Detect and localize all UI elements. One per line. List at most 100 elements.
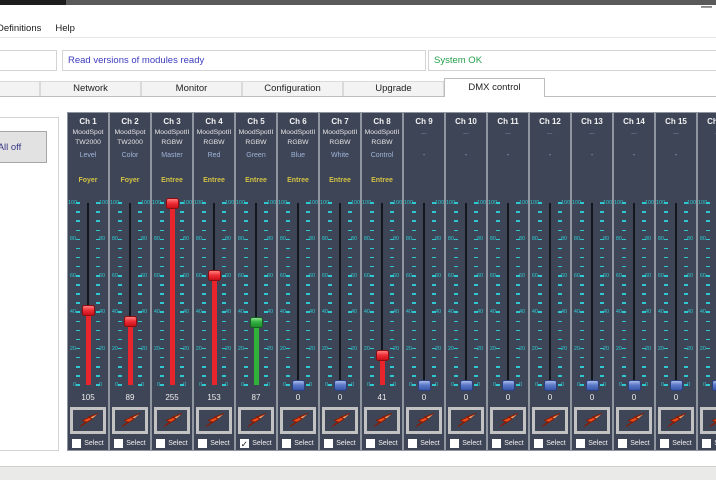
menu-item-help[interactable]: Help	[48, 21, 82, 37]
flash-button[interactable]	[532, 407, 568, 434]
select-checkbox[interactable]	[534, 439, 544, 448]
fader-thumb[interactable]	[711, 379, 716, 391]
minimize-button[interactable]: —	[701, 1, 712, 13]
flash-button[interactable]	[574, 407, 610, 434]
fader-thumb[interactable]	[165, 197, 179, 209]
channel-fader[interactable]: 002020404060608080100100	[656, 187, 696, 391]
tab-network[interactable]: Network	[40, 81, 141, 96]
fader-thumb[interactable]	[585, 379, 599, 391]
channel-fader[interactable]: 002020404060608080100100	[152, 187, 192, 388]
select-checkbox[interactable]	[492, 439, 502, 448]
select-checkbox[interactable]	[324, 439, 334, 448]
select-checkbox[interactable]	[72, 439, 82, 448]
scale-tick-label: 100	[603, 200, 613, 206]
tab-configuration[interactable]: Configuration	[242, 81, 343, 96]
scale-tick	[347, 256, 352, 259]
tab-dmx-control[interactable]: DMX control	[444, 78, 545, 97]
select-row: Select	[656, 439, 696, 448]
scale-tick	[263, 220, 268, 222]
channel-device-name: ...	[698, 128, 716, 148]
scale-tick	[580, 275, 584, 277]
scale-tick	[664, 211, 668, 213]
channel-fader[interactable]: 002020404060608080100100	[446, 187, 486, 391]
menu-item-definitions[interactable]: Definitions	[0, 21, 48, 37]
channel-strip: Ch 15 ... - 0 0 20 20 40 40 60 60 80 80 100 100 0 S…	[656, 113, 696, 450]
select-checkbox[interactable]	[282, 439, 292, 448]
fader-thumb[interactable]	[459, 379, 473, 391]
scale-tick	[286, 293, 290, 295]
flash-button[interactable]	[406, 407, 442, 434]
scale-tick	[473, 247, 478, 250]
select-checkbox[interactable]	[576, 439, 586, 448]
fader-thumb[interactable]	[627, 379, 641, 391]
flash-button[interactable]	[322, 407, 358, 434]
tab-monitor[interactable]: Monitor	[141, 81, 242, 96]
tab-ation[interactable]: ation	[0, 81, 40, 96]
channel-fader[interactable]: 002020404060608080100100	[110, 187, 150, 388]
select-checkbox[interactable]	[660, 439, 670, 448]
fader-thumb[interactable]	[543, 379, 557, 391]
scale-tick-label: 20	[531, 345, 538, 352]
fader-thumb[interactable]	[417, 379, 431, 391]
scale-tick	[137, 256, 142, 259]
flash-button[interactable]	[238, 407, 274, 434]
flash-button[interactable]	[196, 407, 232, 434]
channel-fader[interactable]: 002020404060608080100100	[320, 187, 360, 391]
channel-function: Blue	[290, 152, 305, 159]
select-checkbox[interactable]	[240, 439, 250, 450]
scale-tick	[412, 256, 416, 259]
fader-thumb[interactable]	[249, 317, 263, 329]
fader-thumb[interactable]	[333, 379, 347, 391]
flash-button[interactable]	[448, 407, 484, 434]
fader-thumb[interactable]	[207, 270, 221, 282]
scale-tick-label: 60	[309, 272, 316, 279]
fader-thumb[interactable]	[501, 379, 515, 391]
fader-thumb[interactable]	[123, 315, 137, 327]
channel-fader[interactable]: 002020404060608080100100	[614, 187, 654, 391]
channel-fader[interactable]: 002020404060608080100100	[404, 187, 444, 391]
flash-button[interactable]	[280, 407, 316, 434]
flash-button[interactable]	[112, 407, 148, 434]
fader-thumb[interactable]	[81, 304, 95, 316]
select-checkbox[interactable]	[366, 439, 376, 448]
select-checkbox[interactable]	[114, 439, 124, 448]
scale-tick	[305, 265, 310, 268]
channel-fader[interactable]: 002020404060608080100100	[362, 187, 402, 388]
select-checkbox[interactable]	[156, 439, 166, 448]
fader-thumb[interactable]	[375, 350, 389, 362]
select-checkbox[interactable]	[408, 439, 418, 448]
scale-tick	[538, 247, 542, 250]
flash-button[interactable]	[364, 407, 400, 434]
flash-button[interactable]	[700, 407, 716, 434]
flash-button[interactable]	[658, 407, 694, 434]
scale-tick-label: 20	[405, 345, 412, 352]
flash-button[interactable]	[490, 407, 526, 434]
select-checkbox[interactable]	[450, 439, 460, 448]
scale-tick	[538, 320, 542, 322]
scale-tick	[118, 238, 122, 241]
scale-tick	[118, 347, 122, 350]
flash-button[interactable]	[70, 407, 106, 434]
channel-fader[interactable]: 002020404060608080100100	[236, 187, 276, 388]
fader-thumb[interactable]	[291, 379, 305, 391]
select-checkbox[interactable]	[618, 439, 628, 448]
select-checkbox[interactable]	[702, 439, 712, 448]
scale-tick	[599, 220, 604, 222]
fader-thumb[interactable]	[669, 379, 683, 391]
scale-tick	[412, 302, 416, 304]
channel-device-name: MoodSpotII RGBW	[364, 129, 400, 146]
channel-fader[interactable]: 002020404060608080100100	[68, 187, 108, 388]
channel-fader[interactable]: 002020404060608080100100	[572, 187, 613, 391]
channel-function: Master	[161, 152, 183, 159]
all-off-button[interactable]: All off	[0, 131, 47, 163]
channel-fader[interactable]: 002020404060608080100100	[194, 187, 234, 388]
tab-upgrade[interactable]: Upgrade	[343, 81, 444, 96]
flash-button[interactable]	[616, 407, 652, 434]
channel-fader[interactable]: 002020404060608080100100	[530, 187, 570, 391]
channel-fader[interactable]: 002020404060608080100100	[698, 187, 716, 391]
scale-tick	[328, 256, 332, 259]
channel-fader[interactable]: 002020404060608080100100	[488, 187, 528, 391]
select-checkbox[interactable]	[198, 439, 208, 448]
flash-button[interactable]	[154, 407, 190, 434]
channel-fader[interactable]: 002020404060608080100100	[278, 187, 318, 391]
